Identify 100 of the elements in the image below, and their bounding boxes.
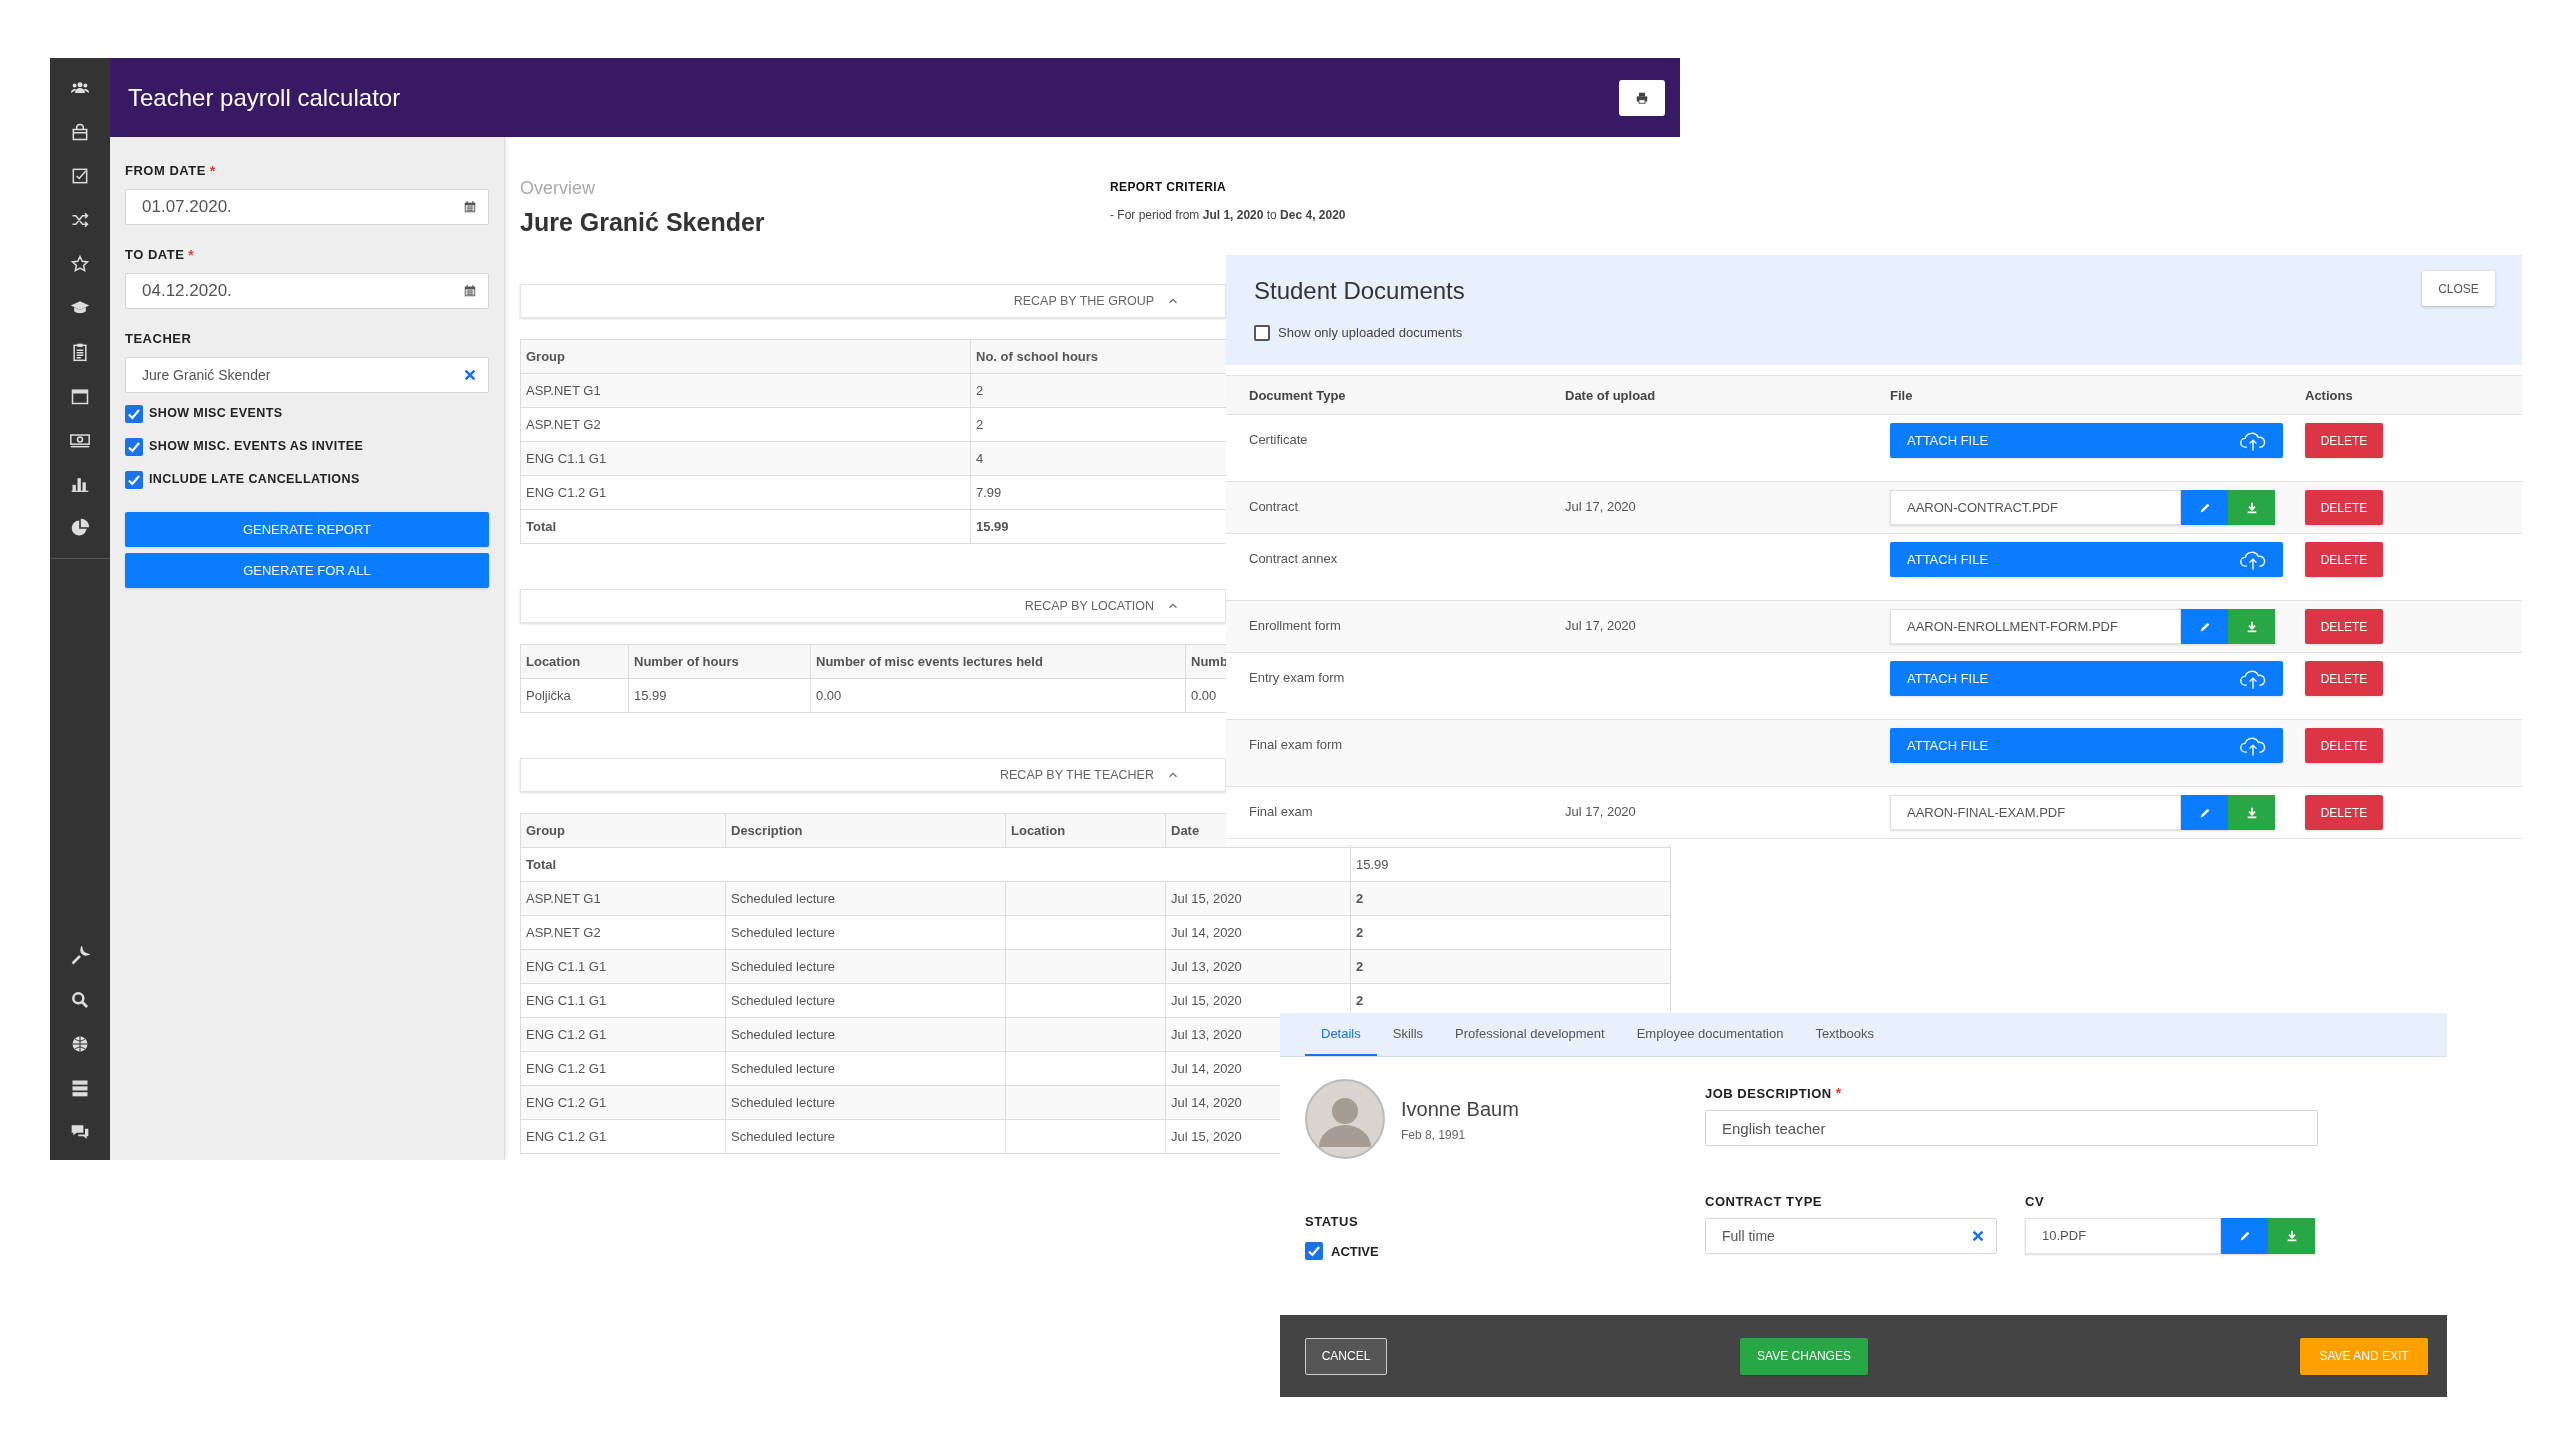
- table-cell: Scheduled lecture: [731, 1128, 836, 1144]
- download-button[interactable]: [2268, 1217, 2315, 1254]
- checkbox-label: Show only uploaded documents: [1278, 324, 1463, 342]
- field-label: CV: [2025, 1193, 2045, 1211]
- checkbox-icon[interactable]: [70, 166, 90, 186]
- table-cell: Jul 14, 2020: [1171, 1094, 1242, 1110]
- delete-button[interactable]: DELETE: [2305, 795, 2383, 830]
- table-cell: 2: [1356, 924, 1364, 940]
- person-name: Ivonne Baum: [1401, 1096, 1519, 1122]
- date-field[interactable]: 01.07.2020.: [125, 189, 489, 225]
- close-button[interactable]: CLOSE: [2422, 271, 2495, 306]
- column-header: File: [1890, 388, 1913, 403]
- tab[interactable]: Employee documentation: [1620, 1013, 1800, 1056]
- attach-file-button[interactable]: ATTACH FILE: [1890, 661, 2283, 696]
- checkbox[interactable]: [125, 437, 143, 456]
- table-cell: 15.99: [976, 518, 1009, 534]
- attach-file-button[interactable]: ATTACH FILE: [1890, 423, 2283, 458]
- table-cell: Total: [526, 518, 557, 534]
- globe-icon[interactable]: [70, 1034, 90, 1054]
- dialog-title: Student Documents: [1254, 276, 1465, 306]
- chat-icon[interactable]: [70, 1122, 90, 1142]
- star-icon[interactable]: [70, 254, 90, 274]
- calendar-icon[interactable]: [463, 284, 477, 298]
- table-cell: ENG C1.2 G1: [526, 1094, 607, 1110]
- delete-button[interactable]: DELETE: [2305, 609, 2383, 644]
- table-cell: 7.99: [976, 484, 1002, 500]
- save-changes-button[interactable]: SAVE CHANGES: [1740, 1337, 1868, 1375]
- column-header: Location: [1011, 822, 1066, 838]
- tab[interactable]: Skills: [1376, 1013, 1440, 1056]
- checkbox[interactable]: [1305, 1242, 1323, 1261]
- table-cell: Entry exam form: [1249, 670, 1345, 685]
- table-cell: Scheduled lecture: [731, 924, 836, 940]
- date-field[interactable]: 04.12.2020.: [125, 273, 489, 309]
- generate-button[interactable]: GENERATE REPORT: [125, 512, 489, 547]
- table-cell: 4: [976, 450, 984, 466]
- table-cell: ENG C1.1 G1: [526, 958, 607, 974]
- column-header: Location: [526, 653, 581, 669]
- section-header[interactable]: RECAP BY LOCATION: [520, 589, 1226, 623]
- edit-button[interactable]: [2221, 1217, 2268, 1254]
- clear-icon[interactable]: [1971, 1228, 1985, 1243]
- report-criteria-text: - For period from Jul 1, 2020 to Dec 4, 2020: [1110, 207, 1346, 224]
- section-header[interactable]: RECAP BY THE GROUP: [520, 284, 1226, 318]
- cancel-button[interactable]: CANCEL: [1305, 1337, 1387, 1375]
- table-cell: Jul 15, 2020: [1171, 992, 1242, 1008]
- required-mark: *: [1835, 1084, 1842, 1103]
- calendar-icon[interactable]: [463, 200, 477, 214]
- table-cell: Final exam: [1249, 804, 1313, 819]
- bag-icon[interactable]: [70, 122, 90, 142]
- required-mark: *: [188, 245, 194, 265]
- window-title: Teacher payroll calculator: [128, 82, 401, 113]
- file-name-field[interactable]: 10.PDF: [2025, 1217, 2221, 1254]
- checkbox[interactable]: [125, 404, 143, 423]
- shuffle-icon[interactable]: [70, 210, 90, 230]
- teacher-select[interactable]: Jure Granić Skender: [125, 357, 489, 393]
- generate-button[interactable]: GENERATE FOR ALL: [125, 553, 489, 588]
- attach-file-button[interactable]: ATTACH FILE: [1890, 728, 2283, 763]
- delete-button[interactable]: DELETE: [2305, 661, 2383, 696]
- birth-date: Feb 8, 1991: [1401, 1126, 1467, 1144]
- file-name-field[interactable]: AARON-CONTRACT.PDF: [1890, 490, 2181, 525]
- delete-button[interactable]: DELETE: [2305, 728, 2383, 763]
- table-cell: ASP.NET G1: [526, 890, 601, 906]
- tab[interactable]: Textbooks: [1799, 1013, 1890, 1056]
- column-header: Group: [526, 348, 565, 364]
- clear-icon[interactable]: [463, 368, 477, 382]
- print-button[interactable]: [1619, 79, 1665, 116]
- table-cell: Jul 17, 2020: [1565, 804, 1636, 819]
- table-cell: Scheduled lecture: [731, 890, 836, 906]
- table-cell: Jul 14, 2020: [1171, 924, 1242, 940]
- table-cell: Scheduled lecture: [731, 1026, 836, 1042]
- wrench-icon[interactable]: [70, 946, 90, 966]
- contract-type-select[interactable]: Full time: [1705, 1217, 1997, 1254]
- checkbox[interactable]: [1254, 324, 1270, 341]
- delete-button[interactable]: DELETE: [2305, 490, 2383, 525]
- field-label: STATUS: [1305, 1213, 1359, 1231]
- table-cell: ENG C1.2 G1: [526, 1060, 607, 1076]
- file-name-field[interactable]: AARON-ENROLLMENT-FORM.PDF: [1890, 609, 2181, 644]
- search-icon[interactable]: [70, 990, 90, 1010]
- checkbox[interactable]: [125, 470, 143, 489]
- field-label: JOB DESCRIPTION: [1705, 1084, 1832, 1103]
- delete-button[interactable]: DELETE: [2305, 423, 2383, 458]
- calendar-icon[interactable]: [70, 386, 90, 406]
- server-icon[interactable]: [70, 1078, 90, 1098]
- tab[interactable]: Details: [1305, 1013, 1377, 1056]
- clipboard-icon[interactable]: [70, 342, 90, 362]
- column-header: Date of upload: [1565, 388, 1656, 403]
- field-label: TO DATE: [125, 246, 185, 265]
- table-cell: ASP.NET G2: [526, 416, 601, 432]
- table-cell: ENG C1.1 G1: [526, 992, 607, 1008]
- attach-file-button[interactable]: ATTACH FILE: [1890, 542, 2283, 577]
- pie-chart-icon[interactable]: [70, 518, 90, 538]
- table-cell: ENG C1.2 G1: [526, 484, 607, 500]
- column-header: Numb: [1191, 653, 1228, 669]
- table-cell: Jul 15, 2020: [1171, 1128, 1242, 1144]
- section-header[interactable]: RECAP BY THE TEACHER: [520, 758, 1226, 792]
- file-name-field[interactable]: AARON-FINAL-EXAM.PDF: [1890, 795, 2181, 830]
- overview-label: Overview: [520, 177, 596, 200]
- table-cell: Jul 17, 2020: [1565, 618, 1636, 633]
- tab[interactable]: Professional development: [1439, 1013, 1621, 1056]
- delete-button[interactable]: DELETE: [2305, 542, 2383, 577]
- job-description-field[interactable]: English teacher: [1705, 1110, 2318, 1146]
